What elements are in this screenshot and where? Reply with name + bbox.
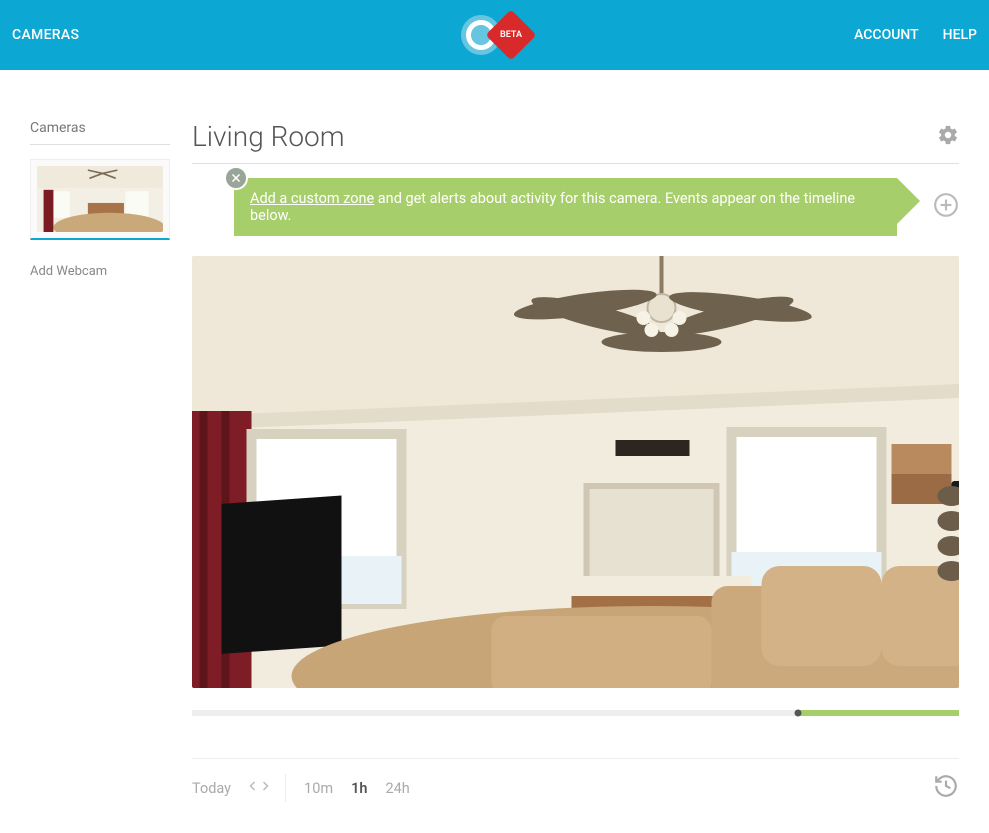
nav-account[interactable]: ACCOUNT xyxy=(854,27,919,43)
add-zone-link[interactable]: Add a custom zone xyxy=(250,190,374,207)
nav-cameras[interactable]: CAMERAS xyxy=(12,27,79,43)
close-icon xyxy=(230,172,242,184)
close-tip-button[interactable] xyxy=(224,166,248,190)
history-button[interactable] xyxy=(933,773,959,803)
gear-icon xyxy=(937,124,959,146)
brand-logo[interactable]: BETA xyxy=(461,15,529,55)
next-day-button[interactable] xyxy=(259,779,271,797)
chevron-right-icon xyxy=(259,779,271,793)
timeline-playhead[interactable] xyxy=(794,710,801,717)
beta-badge: BETA xyxy=(485,10,536,61)
camera-thumbnail[interactable] xyxy=(30,159,170,240)
history-icon xyxy=(933,773,959,799)
timeline-active-segment xyxy=(798,710,959,716)
range-24h[interactable]: 24h xyxy=(385,780,409,797)
timeline-controls: Today 10m 1h 24h xyxy=(192,758,959,803)
sidebar-title: Cameras xyxy=(30,120,170,145)
tip-banner: Add a custom zone and get alerts about a… xyxy=(234,178,897,236)
range-1h[interactable]: 1h xyxy=(351,780,367,797)
prev-day-button[interactable] xyxy=(247,779,259,797)
chevron-left-icon xyxy=(247,779,259,793)
sidebar: Cameras A xyxy=(30,120,170,803)
range-10m[interactable]: 10m xyxy=(304,780,333,797)
timeline-scrubber[interactable] xyxy=(192,710,959,716)
date-label: Today xyxy=(192,780,231,797)
top-navbar: CAMERAS BETA ACCOUNT HELP xyxy=(0,0,989,70)
plus-circle-icon xyxy=(933,192,959,218)
camera-title: Living Room xyxy=(192,120,937,153)
camera-feed[interactable] xyxy=(192,256,959,688)
add-zone-button[interactable] xyxy=(933,192,959,222)
main-content: Living Room Add a custom zone and get al… xyxy=(192,120,959,803)
range-selector: 10m 1h 24h xyxy=(286,780,428,797)
add-webcam-link[interactable]: Add Webcam xyxy=(30,264,170,279)
camera-thumbnail-image xyxy=(37,166,163,232)
settings-button[interactable] xyxy=(937,124,959,150)
nav-help[interactable]: HELP xyxy=(943,27,977,43)
